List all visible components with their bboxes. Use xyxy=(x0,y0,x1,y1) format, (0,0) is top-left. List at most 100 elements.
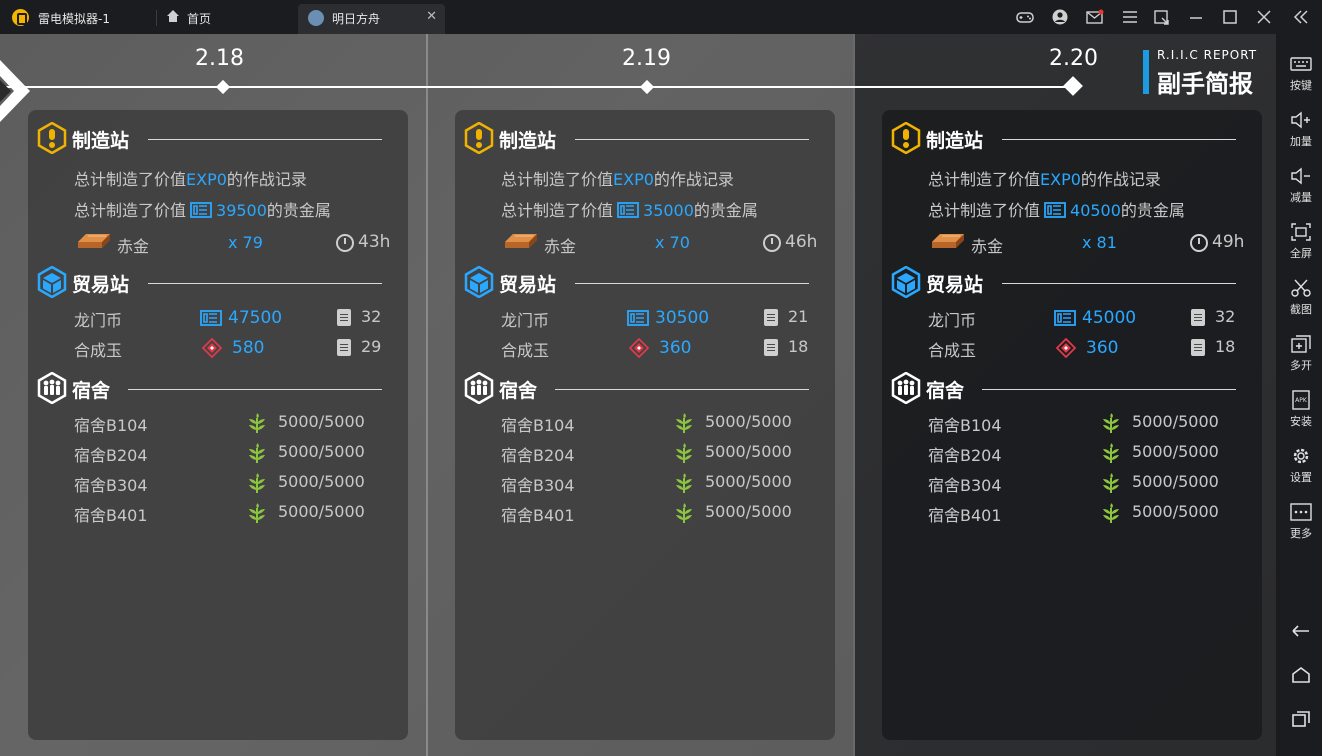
dorm-room-name: 宿舍B104 xyxy=(74,416,148,435)
summary-suffix: 的贵金属 xyxy=(693,201,758,220)
lmd-icon xyxy=(627,309,649,327)
sidebar-item-keyboard[interactable]: 按键 xyxy=(1280,48,1322,102)
dorm-room-value: 5000/5000 xyxy=(1132,412,1219,431)
sidebar-item-label: 更多 xyxy=(1290,527,1312,540)
daily-report-panel: 制造站 总计制造了价值EXP0的作战记录 总计制造了价值 39500的贵金属 赤金… xyxy=(28,110,408,740)
trade-section-header: 贸易站 xyxy=(463,265,825,300)
daily-report-panel: 制造站 总计制造了价值EXP0的作战记录 总计制造了价值 40500的贵金属 赤金… xyxy=(882,110,1262,740)
sidebar-item-volume-down[interactable]: 减量 xyxy=(1280,160,1322,214)
order-doc-icon xyxy=(764,309,778,326)
divider xyxy=(575,283,809,284)
dorm-room-name: 宿舍B104 xyxy=(928,416,1002,435)
sidebar-item-more[interactable]: 更多 xyxy=(1280,496,1322,550)
dorm-icon xyxy=(890,371,922,405)
dorm-room-value: 5000/5000 xyxy=(705,442,792,461)
app-title: 雷电模拟器-1 xyxy=(38,12,110,26)
collapse-sidebar-icon[interactable] xyxy=(1292,9,1310,25)
report-title-en: R.I.I.C REPORT xyxy=(1157,48,1258,62)
exp-value: EXP0 xyxy=(1040,170,1081,189)
exp-summary: 总计制造了价值EXP0的作战记录 xyxy=(74,166,307,190)
summary-suffix: 的贵金属 xyxy=(266,201,331,220)
minimize-icon[interactable] xyxy=(1187,9,1205,25)
dorm-room-value: 5000/5000 xyxy=(278,502,365,521)
sidebar-item-gear[interactable]: 设置 xyxy=(1280,440,1322,494)
date-label-day3[interactable]: 2.20 xyxy=(1049,46,1098,71)
sidebar-item-label: 安装 xyxy=(1290,415,1312,428)
home-nav-icon[interactable] xyxy=(1291,666,1311,684)
pure-gold-icon xyxy=(928,230,968,252)
item-count: x 81 xyxy=(1082,233,1117,252)
timeline xyxy=(0,86,1080,88)
dorm-room-name: 宿舍B304 xyxy=(74,476,148,495)
close-window-icon[interactable] xyxy=(1255,9,1273,25)
orundum-value: 360 xyxy=(659,338,692,358)
mood-leaf-icon xyxy=(1100,442,1122,464)
sidebar-item-fullscreen[interactable]: 全屏 xyxy=(1280,216,1322,270)
trade-icon xyxy=(463,265,495,299)
section-title: 宿舍 xyxy=(499,380,538,402)
mood-leaf-icon xyxy=(673,502,695,524)
gold-summary: 总计制造了价值 40500的贵金属 xyxy=(928,197,1185,221)
pure-gold-icon xyxy=(501,230,541,252)
tab-arknights[interactable]: 明日方舟 ✕ xyxy=(298,4,445,34)
sidebar-item-volume-up[interactable]: 加量 xyxy=(1280,104,1322,158)
section-title: 贸易站 xyxy=(72,274,130,296)
lmd-icon xyxy=(617,201,639,219)
sidebar-item-scissors[interactable]: 截图 xyxy=(1280,272,1322,326)
recent-apps-icon[interactable] xyxy=(1291,710,1311,728)
menu-icon[interactable] xyxy=(1121,9,1139,25)
gold-value: 35000 xyxy=(643,201,694,220)
orundum-icon xyxy=(201,337,223,359)
mail-icon[interactable] xyxy=(1086,9,1104,25)
dorm-room-name: 宿舍B401 xyxy=(501,506,575,525)
maximize-icon[interactable] xyxy=(1221,9,1239,25)
shrink-window-icon[interactable] xyxy=(1153,9,1171,25)
user-avatar-icon[interactable] xyxy=(1051,9,1069,25)
gold-summary: 总计制造了价值 39500的贵金属 xyxy=(74,197,331,221)
dorm-room-value: 5000/5000 xyxy=(278,412,365,431)
sidebar-item-label: 按键 xyxy=(1290,79,1312,92)
exp-summary: 总计制造了价值EXP0的作战记录 xyxy=(501,166,734,190)
dorm-section-header: 宿舍 xyxy=(463,371,825,406)
dorm-room-name: 宿舍B204 xyxy=(501,446,575,465)
apk-icon: APK xyxy=(1290,390,1312,410)
date-label-day1[interactable]: 2.18 xyxy=(195,46,244,71)
mood-leaf-icon xyxy=(673,472,695,494)
factory-icon xyxy=(890,121,922,155)
sidebar-item-label: 全屏 xyxy=(1290,247,1312,260)
item-count: x 79 xyxy=(228,233,263,252)
close-tab-icon[interactable]: ✕ xyxy=(426,9,437,24)
sidebar-item-label: 减量 xyxy=(1290,191,1312,204)
gamepad-icon[interactable] xyxy=(1016,9,1034,25)
lmd-label: 龙门币 xyxy=(501,311,550,330)
factory-icon xyxy=(36,121,68,155)
lmd-label: 龙门币 xyxy=(74,311,123,330)
sidebar-item-label: 多开 xyxy=(1290,359,1312,372)
back-icon[interactable] xyxy=(1291,622,1311,640)
gear-icon xyxy=(1290,446,1312,466)
keyboard-icon xyxy=(1290,54,1312,74)
sidebar-item-apk[interactable]: APK 安装 xyxy=(1280,384,1322,438)
summary-prefix: 总计制造了价值 xyxy=(928,201,1041,220)
scissors-icon xyxy=(1290,278,1312,298)
home-tab[interactable]: 首页 xyxy=(187,10,211,27)
lmd-value: 47500 xyxy=(228,308,283,328)
svg-text:APK: APK xyxy=(1295,397,1308,404)
sidebar-item-multi-instance[interactable]: 多开 xyxy=(1280,328,1322,382)
mood-leaf-icon xyxy=(246,502,268,524)
divider xyxy=(148,139,382,140)
dorm-section-header: 宿舍 xyxy=(890,371,1252,406)
section-title: 制造站 xyxy=(926,130,984,152)
home-icon[interactable] xyxy=(165,8,181,24)
dorm-room-name: 宿舍B304 xyxy=(501,476,575,495)
gold-summary: 总计制造了价值 35000的贵金属 xyxy=(501,197,758,221)
date-label-day2[interactable]: 2.19 xyxy=(622,46,671,71)
summary-prefix: 总计制造了价值 xyxy=(928,170,1041,189)
factory-section-header: 制造站 xyxy=(890,121,1252,156)
orundum-icon xyxy=(628,337,650,359)
section-title: 制造站 xyxy=(72,130,130,152)
divider xyxy=(982,389,1236,390)
gold-value: 39500 xyxy=(216,201,267,220)
fullscreen-icon xyxy=(1290,222,1312,242)
game-screen[interactable]: 2.18 2.19 2.20 R.I.I.C REPORT 副手简报 制造站 总… xyxy=(0,34,1276,756)
